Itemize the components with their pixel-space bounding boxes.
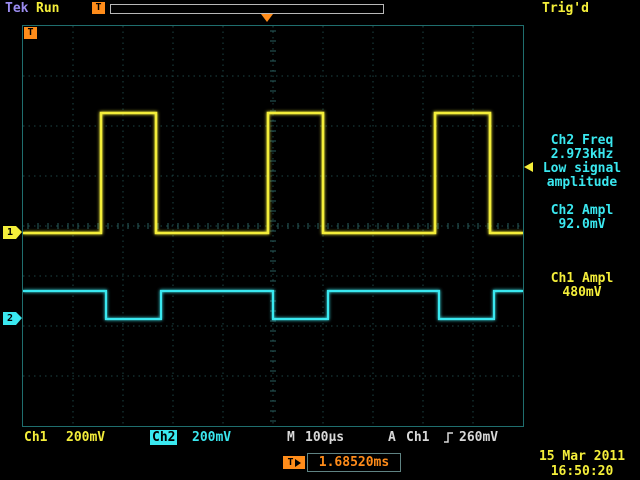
trigger-source: Ch1 (406, 430, 429, 445)
graticule (22, 25, 524, 427)
trigger-level-value: 260mV (459, 430, 498, 445)
warning-line2: amplitude (526, 176, 638, 190)
ch1-scale: 200mV (66, 430, 105, 445)
ch2-ampl-label: Ch2 Ampl (526, 204, 638, 218)
measurement-readouts: Ch2 Freq 2.973kHz Low signal amplitude C… (526, 134, 638, 300)
timebase-value: 100µs (305, 430, 344, 445)
datetime-readout: 15 Mar 2011 16:50:20 (526, 449, 638, 479)
timebase-label: M (287, 430, 295, 445)
ch2-label: Ch2 (150, 430, 177, 445)
graticule-svg (23, 26, 523, 426)
ch1-ampl-label: Ch1 Ampl (526, 272, 638, 286)
ch2-ampl-value: 92.0mV (526, 218, 638, 232)
trigger-badge-icon: T (92, 2, 105, 14)
ch1-label: Ch1 (24, 430, 47, 445)
delay-badge-letter: T (287, 456, 293, 469)
oscilloscope-screen: Tek Run T Trig'd T 1 2 Ch2 Freq 2.973kHz… (0, 0, 640, 480)
acquisition-state: Run (36, 1, 59, 16)
ch2-scale: 200mV (192, 430, 231, 445)
delay-readout: 1.68520ms (307, 453, 401, 472)
rising-slope-icon (443, 431, 455, 444)
trigger-corner-icon: T (24, 27, 37, 39)
ch2-freq-label: Ch2 Freq (526, 134, 638, 148)
ch2-freq-value: 2.973kHz (526, 148, 638, 162)
trigger-position-marker-icon (261, 14, 273, 22)
trigger-status: Trig'd (542, 1, 589, 16)
date-value: 15 Mar 2011 (526, 449, 638, 464)
ch1-ground-marker: 1 (3, 226, 22, 239)
ch2-ground-marker: 2 (3, 312, 22, 325)
acquisition-position-bar (110, 4, 384, 14)
trigger-mode-label: A (388, 430, 396, 445)
brand-logo: Tek (5, 1, 28, 16)
time-value: 16:50:20 (526, 464, 638, 479)
delay-time-icon: T (283, 456, 305, 469)
delay-arrow-icon (295, 459, 301, 467)
ch1-ampl-value: 480mV (526, 286, 638, 300)
warning-line1: Low signal (526, 162, 638, 176)
